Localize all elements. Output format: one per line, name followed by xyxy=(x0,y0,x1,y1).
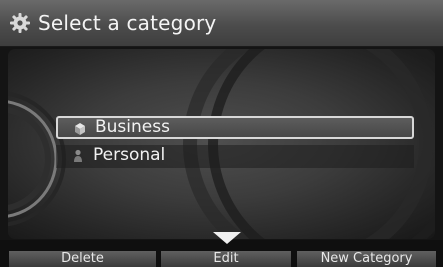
page-title: Select a category xyxy=(38,11,217,35)
category-list-panel: Business Personal xyxy=(8,49,435,239)
edit-button[interactable]: Edit xyxy=(161,251,291,267)
business-category-icon xyxy=(75,123,85,135)
scroll-down-arrow-icon[interactable] xyxy=(212,231,242,245)
new-category-button[interactable]: New Category xyxy=(297,251,436,267)
gear-icon xyxy=(10,13,30,33)
list-item-label: Personal xyxy=(93,145,166,165)
personal-category-icon xyxy=(74,149,82,162)
title-bar: Select a category xyxy=(0,0,443,47)
delete-button[interactable]: Delete xyxy=(9,251,156,267)
dial-decoration xyxy=(8,49,435,239)
list-item-business[interactable]: Business xyxy=(56,116,414,139)
list-item-label: Business xyxy=(95,117,170,137)
list-item-personal[interactable]: Personal xyxy=(56,145,414,168)
